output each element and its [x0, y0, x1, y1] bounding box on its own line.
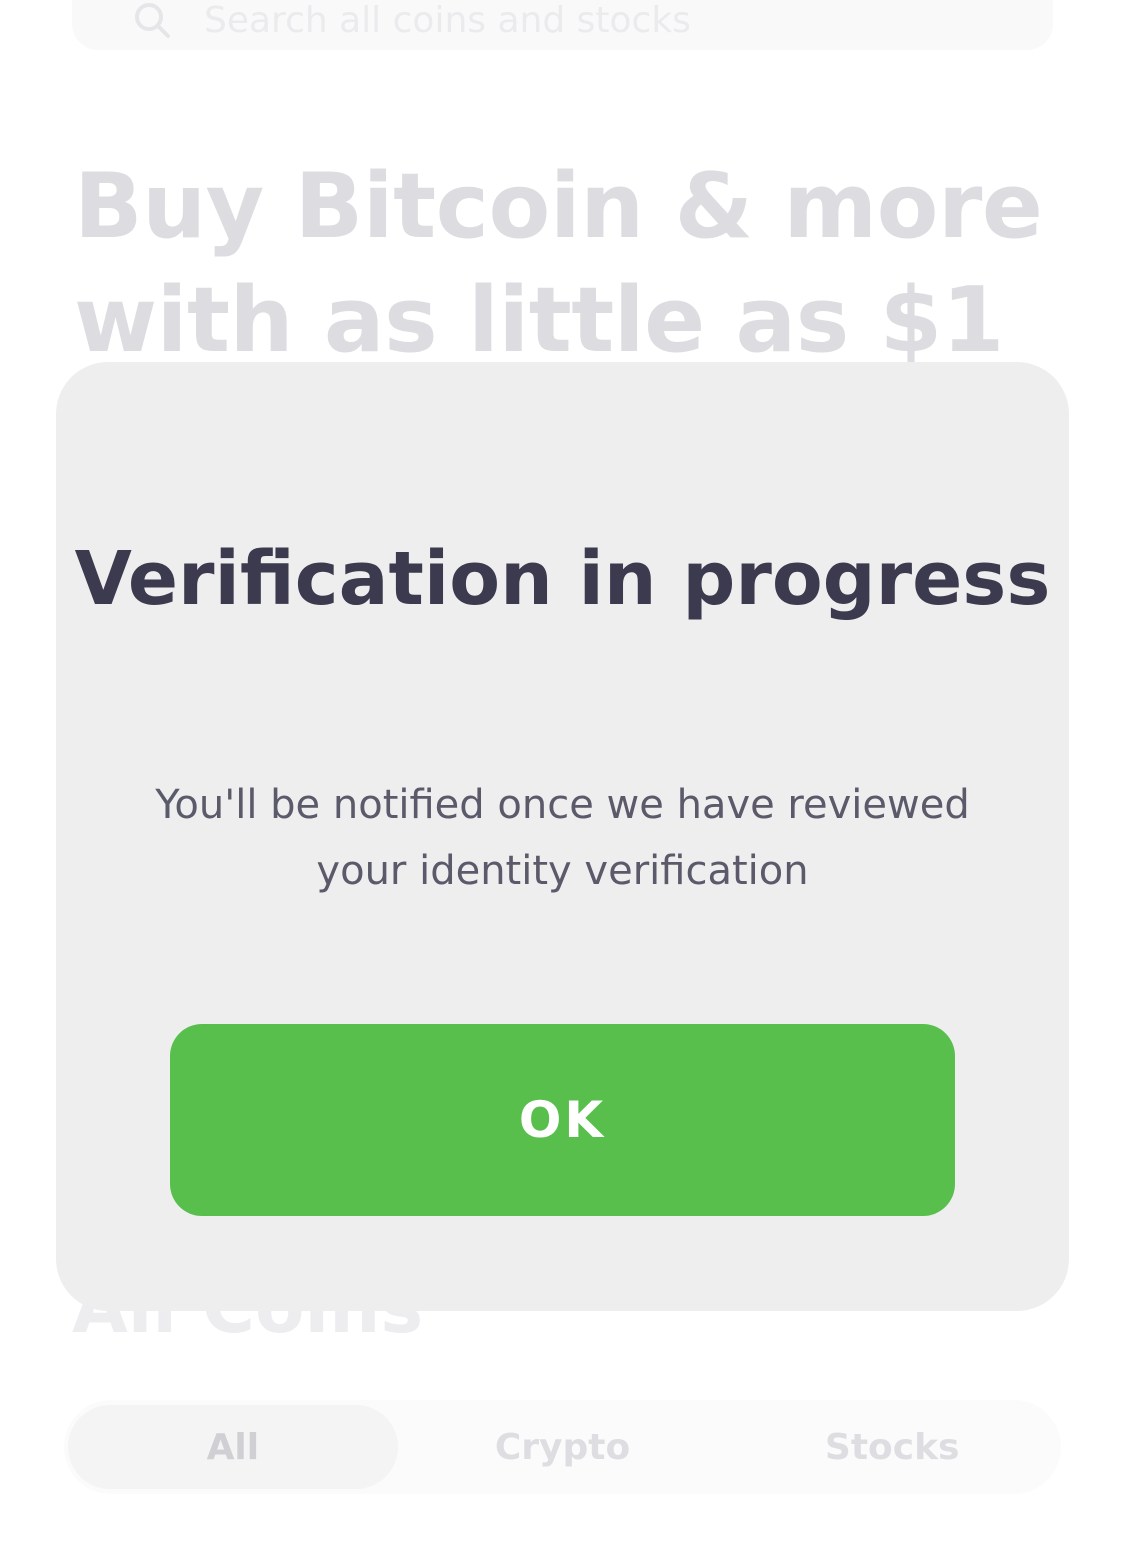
tab-all[interactable]: All: [68, 1405, 398, 1489]
hero-title: Buy Bitcoin & more with as little as $1: [74, 154, 1043, 373]
ok-button[interactable]: OK: [170, 1024, 955, 1216]
modal-message: You'll be notified once we have reviewed…: [155, 782, 970, 894]
modal-title: Verification in progress: [74, 536, 1051, 622]
tab-stocks[interactable]: Stocks: [727, 1405, 1057, 1489]
filter-tabs: All Crypto Stocks: [64, 1400, 1061, 1494]
search-bar[interactable]: Search all coins and stocks: [72, 0, 1053, 50]
tab-crypto[interactable]: Crypto: [398, 1405, 728, 1489]
search-input[interactable]: Search all coins and stocks: [204, 0, 691, 41]
search-icon: [132, 0, 172, 40]
